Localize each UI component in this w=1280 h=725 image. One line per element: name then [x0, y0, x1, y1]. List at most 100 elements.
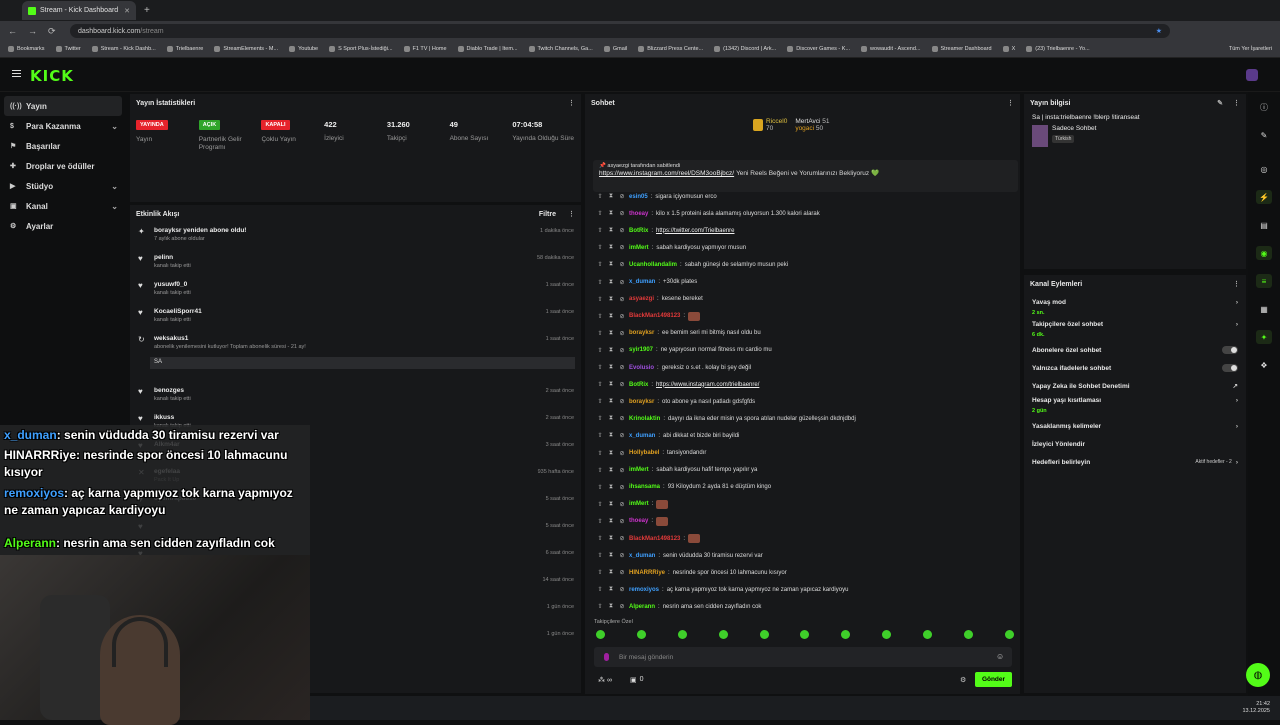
pencil-icon[interactable]: ✎	[1256, 128, 1272, 142]
browser-tab[interactable]: Stream - Kick Dashboard ✕	[22, 1, 136, 20]
pin-message-icon[interactable]: ⇧	[596, 484, 604, 491]
timeout-icon[interactable]: ⧗	[607, 603, 615, 610]
sidebar-item-kanal[interactable]: ▣ Kanal ⌄	[0, 196, 130, 216]
ban-icon[interactable]: ⊘	[618, 210, 626, 217]
event-item[interactable]: ♥ pelinn kanalı takip etti 58 dakika önce	[130, 250, 581, 277]
close-tab-icon[interactable]: ✕	[124, 7, 130, 15]
mic-icon[interactable]	[604, 653, 609, 661]
chat-username[interactable]: BotRix	[629, 228, 648, 234]
emote-icon[interactable]	[636, 630, 646, 639]
gift-icon[interactable]: ▣	[630, 676, 637, 684]
ban-icon[interactable]: ⊘	[618, 193, 626, 200]
sidebar-item-para-kazanma[interactable]: $ Para Kazanma ⌄	[0, 116, 130, 136]
pin-message-icon[interactable]: ⇧	[596, 535, 604, 542]
bookmark-item[interactable]: Bookmarks	[8, 46, 45, 52]
ban-icon[interactable]: ⊘	[618, 381, 626, 388]
chat-message[interactable]: ⇧ ⧗ ⊘ HINARRRiye: nesrinde spor öncesi 10 la…	[596, 564, 786, 581]
bookmark-item[interactable]: (23) Trielbaenre - Yo...	[1026, 46, 1090, 52]
chat-message[interactable]: ⇧ ⧗ ⊘ x_duman: abi dikkat et bizde biri bayi…	[596, 427, 739, 444]
chat-username[interactable]: asyaezgi	[629, 296, 654, 302]
chat-username[interactable]: x_duman	[629, 433, 655, 439]
info-more-icon[interactable]: ⋮	[1233, 99, 1240, 107]
chat-username[interactable]: Ucanhollandalim	[629, 262, 677, 268]
back-icon[interactable]: ←	[8, 26, 20, 36]
pin-message-icon[interactable]: ⇧	[596, 603, 604, 610]
pin-message-icon[interactable]: ⇧	[596, 432, 604, 439]
reload-icon[interactable]: ⟳	[48, 26, 60, 37]
channel-action-yapay-zeka-ile-sohbet-denetimi[interactable]: Yapay Zeka ile Sohbet Denetimi ↗	[1024, 377, 1246, 395]
chat-message[interactable]: ⇧ ⧗ ⊘ x_duman: senin vüdudda 30 tiramisu rez…	[596, 547, 762, 564]
emote-icon[interactable]	[882, 630, 892, 639]
pin-message-icon[interactable]: ⇧	[596, 518, 604, 525]
chat-username[interactable]: imMert	[629, 467, 649, 473]
sliders-icon[interactable]: ≡	[1256, 274, 1272, 288]
timeout-icon[interactable]: ⧗	[607, 586, 615, 593]
emote-icon[interactable]	[923, 630, 933, 639]
pin-message-icon[interactable]: ⇧	[596, 279, 604, 286]
timeout-icon[interactable]: ⧗	[607, 535, 615, 542]
chat-username[interactable]: BlackMan1498123	[629, 313, 680, 319]
channel-action-takip-ilere-zel-sohbet[interactable]: Takipçilere özel sohbet 6 dk. ›	[1024, 319, 1246, 341]
chat-message[interactable]: ⇧ ⧗ ⊘ Krinolaktin: dayıyı da ikna eder misin…	[596, 410, 855, 427]
bookmark-item[interactable]: wowaudit - Ascend...	[861, 46, 921, 52]
ban-icon[interactable]: ⊘	[618, 467, 626, 474]
emote-icon[interactable]	[1004, 630, 1014, 639]
chat-message[interactable]: ⇧ ⧗ ⊘ Hollybabel: tansiyondandır	[596, 445, 706, 462]
chat-message[interactable]: ⇧ ⧗ ⊘ imMert: sabah kardiyosu yapmıyor musun	[596, 239, 746, 256]
ban-icon[interactable]: ⊘	[618, 313, 626, 320]
channel-action-hedefleri-belirleyin[interactable]: Hedefleri belirleyin Aktif hedefler - 2 ›	[1024, 453, 1246, 471]
chat-username[interactable]: BlackMan1498123	[629, 536, 680, 542]
chat-username[interactable]: thoeay	[629, 518, 648, 524]
chat-assist-button[interactable]: ◍	[1246, 663, 1270, 687]
chat-username[interactable]: borayksr	[629, 330, 654, 336]
pin-message-icon[interactable]: ⇧	[596, 330, 604, 337]
pin-message-icon[interactable]: ⇧	[596, 552, 604, 559]
timeout-icon[interactable]: ⧗	[607, 569, 615, 576]
chat-username[interactable]: esin05	[629, 194, 648, 200]
toggle-switch[interactable]	[1222, 346, 1238, 354]
chat-username[interactable]: x_duman	[629, 553, 655, 559]
pin-message-icon[interactable]: ⇧	[596, 296, 604, 303]
chat-message[interactable]: ⇧ ⧗ ⊘ BlackMan1498123:	[596, 308, 701, 325]
chat-username[interactable]: HINARRRiye	[629, 570, 665, 576]
chat-username[interactable]: remoxiyos	[629, 587, 659, 593]
wrench-icon[interactable]: ✦	[1256, 330, 1272, 344]
pin-message-icon[interactable]: ⇧	[596, 193, 604, 200]
timeout-icon[interactable]: ⧗	[607, 432, 615, 439]
pin-message-icon[interactable]: ⇧	[596, 227, 604, 234]
channel-action-yaln-zca-ifadelerle-sohbet[interactable]: Yalnızca ifadelerle sohbet	[1024, 359, 1246, 377]
bookmark-item[interactable]: Trielbaenre	[166, 46, 203, 52]
timeout-icon[interactable]: ⧗	[607, 552, 615, 559]
pin-message-icon[interactable]: ⇧	[596, 569, 604, 576]
chat-username[interactable]: x_duman	[629, 279, 655, 285]
bookmark-item[interactable]: Gmail	[603, 46, 627, 52]
chat-message[interactable]: ⇧ ⧗ ⊘ esin05: sigara içiyomusun erco	[596, 188, 716, 205]
channel-action-i-zleyici-y-nlendir[interactable]: İzleyici Yönlendir	[1024, 435, 1246, 453]
events-more-icon[interactable]: ⋮	[568, 210, 575, 218]
ban-icon[interactable]: ⊘	[618, 586, 626, 593]
channel-action-yava-mod[interactable]: Yavaş mod 2 sn. ›	[1024, 297, 1246, 319]
timeout-icon[interactable]: ⧗	[607, 501, 615, 508]
chat-message[interactable]: ⇧ ⧗ ⊘ imMert: sabah kardiyosu hafif tempo ya…	[596, 462, 757, 479]
event-item[interactable]: ♥ KocaeliSporr41 kanalı takip etti 1 saat ö…	[130, 304, 581, 331]
toggle-switch[interactable]	[1222, 364, 1238, 372]
sidebar-item-ayarlar[interactable]: ⚙ Ayarlar	[0, 216, 130, 236]
menu-icon[interactable]	[12, 70, 21, 77]
chat-username[interactable]: syir1907	[629, 347, 653, 353]
ban-icon[interactable]: ⊘	[618, 603, 626, 610]
sidebar-item-st-dyo[interactable]: ▶ Stüdyo ⌄	[0, 176, 130, 196]
chat-message[interactable]: ⇧ ⧗ ⊘ thoeay:	[596, 513, 669, 530]
timeout-icon[interactable]: ⧗	[607, 484, 615, 491]
send-button[interactable]: Gönder	[975, 672, 1012, 687]
bookmark-item[interactable]: StreamElements - M...	[214, 46, 278, 52]
chat-username[interactable]: imMert	[629, 245, 649, 251]
pin-message-icon[interactable]: ⇧	[596, 381, 604, 388]
timeout-icon[interactable]: ⧗	[607, 415, 615, 422]
chat-message[interactable]: ⇧ ⧗ ⊘ BotRix: https://www.instagram.com/trie…	[596, 376, 759, 393]
lightning-icon[interactable]: ⚡	[1256, 190, 1272, 204]
pin-message-icon[interactable]: ⇧	[596, 415, 604, 422]
ban-icon[interactable]: ⊘	[618, 279, 626, 286]
ban-icon[interactable]: ⊘	[618, 518, 626, 525]
chat-message[interactable]: ⇧ ⧗ ⊘ Evolusio: gereksiz o s.et . kolay bi ş…	[596, 359, 751, 376]
chat-message[interactable]: ⇧ ⧗ ⊘ syir1907: ne yapıyosun normal fitness …	[596, 342, 771, 359]
